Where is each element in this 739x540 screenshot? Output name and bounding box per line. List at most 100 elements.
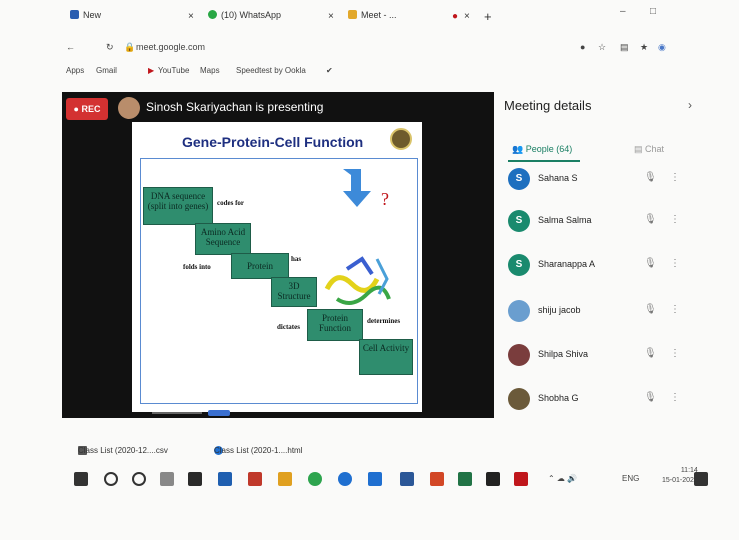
participant-row[interactable]: S Sharanappa A 🎙 ⋮ xyxy=(504,252,704,282)
close-tab-icon[interactable]: × xyxy=(188,11,194,22)
system-tray-icons[interactable]: ⌃ ☁ 🔊 xyxy=(548,474,577,483)
youtube-icon: ▶ xyxy=(148,66,155,75)
minimize-button[interactable]: – xyxy=(620,6,626,17)
mic-muted-icon[interactable]: 🎙 xyxy=(644,258,657,269)
active-tab-indicator xyxy=(508,160,580,162)
tab-people[interactable]: 👥 People (64) xyxy=(512,144,572,155)
participant-row[interactable]: S Sahana S 🎙 ⋮ xyxy=(504,166,704,196)
participant-name: Shobha G xyxy=(538,393,579,403)
avatar xyxy=(508,300,530,322)
connector-label: has xyxy=(291,255,302,263)
start-icon[interactable] xyxy=(74,472,88,486)
language-indicator[interactable]: ENG xyxy=(622,474,639,483)
app-icon[interactable] xyxy=(248,472,262,486)
cortana-icon[interactable] xyxy=(132,472,146,486)
star-icon[interactable]: ☆ xyxy=(598,42,606,53)
step-amino-acid: Amino Acid Sequence xyxy=(195,223,251,255)
maximize-button[interactable]: □ xyxy=(650,6,656,17)
recording-dot-icon: ● xyxy=(452,11,459,22)
mic-muted-icon[interactable]: 🎙 xyxy=(644,348,657,359)
mic-muted-icon[interactable]: 🎙 xyxy=(644,392,657,403)
acrobat-icon[interactable] xyxy=(514,472,528,486)
participant-row[interactable]: shiju jacob 🎙 ⋮ xyxy=(504,298,704,328)
task-view-icon[interactable] xyxy=(160,472,174,486)
more-options-icon[interactable]: ⋮ xyxy=(670,258,680,269)
avatar: S xyxy=(508,254,530,276)
store-icon[interactable] xyxy=(486,472,500,486)
slide-title: Gene-Protein-Cell Function xyxy=(182,134,364,150)
record-icon[interactable]: ● xyxy=(580,42,585,52)
down-arrow-icon xyxy=(343,169,371,207)
word-icon[interactable] xyxy=(400,472,414,486)
participant-name: Shilpa Shiva xyxy=(538,349,589,359)
avatar: S xyxy=(508,210,530,232)
step-dna: DNA sequence (split into genes) xyxy=(143,187,213,225)
file-explorer-icon[interactable] xyxy=(278,472,292,486)
slide-progress-bar[interactable] xyxy=(152,410,242,416)
extension-icon[interactable]: ▤ xyxy=(620,42,629,53)
more-options-icon[interactable]: ⋮ xyxy=(670,304,680,315)
clock[interactable]: 11:14 15-01-2021 xyxy=(662,466,698,486)
more-options-icon[interactable]: ⋮ xyxy=(670,214,680,225)
search-icon[interactable] xyxy=(104,472,118,486)
step-cell-activity: Cell Activity xyxy=(359,339,413,375)
participant-name: Sahana S xyxy=(538,173,578,183)
more-options-icon[interactable]: ⋮ xyxy=(670,348,680,359)
meet-icon xyxy=(348,10,357,19)
reload-icon[interactable]: ↻ xyxy=(106,42,114,53)
back-arrow-icon[interactable]: ← xyxy=(66,42,75,52)
protein-structure-image xyxy=(324,256,391,305)
more-options-icon[interactable]: ⋮ xyxy=(670,392,680,403)
participant-row[interactable]: S Salma Salma 🎙 ⋮ xyxy=(504,208,704,238)
powerpoint-icon[interactable] xyxy=(430,472,444,486)
bookmark-youtube[interactable]: YouTube xyxy=(158,66,189,75)
participant-row[interactable]: Shilpa Shiva 🎙 ⋮ xyxy=(504,342,704,372)
avatar xyxy=(508,344,530,366)
bookmark-gmail[interactable]: Gmail xyxy=(96,66,117,75)
connector-label: folds into xyxy=(183,263,211,271)
step-protein: Protein xyxy=(231,253,289,279)
meeting-stage: ● REC Sinosh Skariyachan is presenting G… xyxy=(62,92,494,418)
close-tab-icon[interactable]: × xyxy=(328,11,334,22)
extension-icon[interactable]: ★ xyxy=(640,42,648,53)
participant-name: shiju jacob xyxy=(538,305,581,315)
tab-chat[interactable]: ▤ Chat xyxy=(634,144,664,155)
participant-name: Salma Salma xyxy=(538,215,592,225)
desktop-screen: New × (10) WhatsApp × Meet - ... ● × + –… xyxy=(0,0,739,540)
edge-icon[interactable] xyxy=(338,472,352,486)
mic-muted-icon[interactable]: 🎙 xyxy=(644,172,657,183)
bookmark-maps[interactable]: Maps xyxy=(200,66,220,75)
lock-icon: 🔒 xyxy=(124,42,136,52)
institution-logo-icon xyxy=(390,128,412,150)
notification-icon[interactable] xyxy=(694,472,708,486)
mic-muted-icon[interactable]: 🎙 xyxy=(644,304,657,315)
slide-diagram-frame: DNA sequence (split into genes) codes fo… xyxy=(140,158,418,404)
shared-slide: Gene-Protein-Cell Function DNA sequence … xyxy=(132,122,422,412)
bookmark-apps[interactable]: Apps xyxy=(66,66,84,75)
mail-icon[interactable] xyxy=(218,472,232,486)
whatsapp-icon xyxy=(208,10,217,19)
presenting-label: Sinosh Skariyachan is presenting xyxy=(146,100,324,114)
step-3d-structure: 3D Structure xyxy=(271,277,317,307)
mic-muted-icon[interactable]: 🎙 xyxy=(644,214,657,225)
bookmark-speedtest[interactable]: Speedtest by Ookla xyxy=(236,66,306,75)
zoom-icon[interactable] xyxy=(368,472,382,486)
tab-whatsapp[interactable]: (10) WhatsApp xyxy=(208,10,281,28)
tab-meet[interactable]: Meet - ... xyxy=(348,10,397,28)
presenter-avatar xyxy=(118,97,140,119)
bookmarks-bar: Apps Gmail ▶ YouTube Maps Speedtest by O… xyxy=(60,64,700,80)
question-mark: ? xyxy=(381,189,389,209)
more-options-icon[interactable]: ⋮ xyxy=(670,172,680,183)
excel-icon[interactable] xyxy=(458,472,472,486)
close-panel-icon[interactable]: › xyxy=(688,98,692,112)
chrome-icon[interactable] xyxy=(308,472,322,486)
close-tab-icon[interactable]: × xyxy=(464,11,470,22)
app-icon[interactable] xyxy=(188,472,202,486)
address-bar-row: ← ↻ 🔒 meet.google.com ● ☆ ▤ ★ ◉ xyxy=(60,38,700,58)
profile-avatar-icon[interactable]: ◉ xyxy=(658,42,666,53)
url-text[interactable]: meet.google.com xyxy=(136,42,205,52)
tab-new[interactable]: New xyxy=(70,10,101,28)
participant-row[interactable]: Shobha G 🎙 ⋮ xyxy=(504,386,704,416)
new-tab-button[interactable]: + xyxy=(484,9,492,24)
meeting-details-panel: Meeting details › 👥 People (64) ▤ Chat S… xyxy=(494,92,716,436)
